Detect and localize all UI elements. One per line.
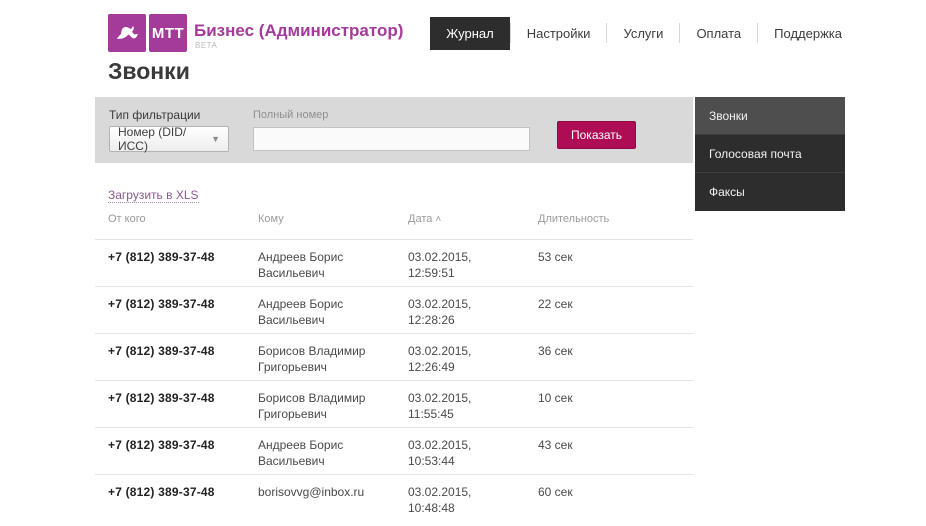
nav-tab-оплата[interactable]: Оплата <box>680 17 757 50</box>
beta-badge: BETA <box>195 41 217 50</box>
nav-tab-настройки[interactable]: Настройки <box>511 17 607 50</box>
table-row: +7 (812) 389-37-48Борисов Владимир Григо… <box>95 333 693 380</box>
sidebar-item-звонки[interactable]: Звонки <box>695 97 845 135</box>
filter-type-value: Номер (DID/ИСС) <box>118 125 211 153</box>
column-header-1[interactable]: От кого <box>108 213 258 225</box>
bird-icon <box>108 14 146 52</box>
table-body: +7 (812) 389-37-48Андреев Борис Васильев… <box>95 239 693 521</box>
sidebar-item-факсы[interactable]: Факсы <box>695 173 845 211</box>
mtt-logo-text: MTT <box>152 25 184 42</box>
calls-table: От когоКомуДата˄Длительность +7 (812) 38… <box>95 213 693 521</box>
cell-duration: 60 сек <box>538 484 693 521</box>
table-header-row: От когоКомуДата˄Длительность <box>95 213 693 239</box>
column-label: Дата <box>408 213 432 225</box>
cell-to: Андреев Борис Васильевич <box>258 437 408 474</box>
page: MTT Бизнес (Администратор) BETA ЖурналНа… <box>0 0 926 526</box>
filter-type-select[interactable]: Номер (DID/ИСС) ▼ <box>109 126 229 152</box>
table-row: +7 (812) 389-37-48Борисов Владимир Григо… <box>95 380 693 427</box>
cell-date: 03.02.2015, 12:26:49 <box>408 343 538 380</box>
show-button[interactable]: Показать <box>557 121 636 149</box>
column-label: Длительность <box>538 213 609 225</box>
cell-to: Борисов Владимир Григорьевич <box>258 343 408 380</box>
nav-tab-услуги[interactable]: Услуги <box>607 17 679 50</box>
cell-date: 03.02.2015, 10:48:48 <box>408 484 538 521</box>
cell-duration: 36 сек <box>538 343 693 380</box>
cell-from: +7 (812) 389-37-48 <box>108 343 258 380</box>
chevron-down-icon: ▼ <box>211 134 220 144</box>
cell-from: +7 (812) 389-37-48 <box>108 437 258 474</box>
full-number-input[interactable] <box>253 127 530 151</box>
cell-from: +7 (812) 389-37-48 <box>108 296 258 333</box>
cell-to: borisovvg@inbox.ru <box>258 484 408 521</box>
cell-date: 03.02.2015, 11:55:45 <box>408 390 538 427</box>
top-nav: ЖурналНастройкиУслугиОплатаПоддержка <box>430 17 858 49</box>
full-number-label: Полный номер <box>253 109 328 121</box>
filter-bar: Тип фильтрации Номер (DID/ИСС) ▼ Полный … <box>95 97 693 163</box>
journal-sidebar: ЗвонкиГолосовая почтаФаксы <box>695 97 845 211</box>
column-header-3[interactable]: Дата˄ <box>408 213 538 225</box>
table-row: +7 (812) 389-37-48Андреев Борис Васильев… <box>95 427 693 474</box>
cell-from: +7 (812) 389-37-48 <box>108 390 258 427</box>
page-title: Звонки <box>108 58 190 85</box>
column-label: Кому <box>258 213 284 225</box>
sidebar-item-голосовая-почта[interactable]: Голосовая почта <box>695 135 845 173</box>
cell-to: Андреев Борис Васильевич <box>258 296 408 333</box>
nav-tab-журнал[interactable]: Журнал <box>430 17 509 50</box>
mtt-logo[interactable]: MTT <box>108 14 187 52</box>
cell-to: Андреев Борис Васильевич <box>258 249 408 286</box>
cell-duration: 43 сек <box>538 437 693 474</box>
cell-from: +7 (812) 389-37-48 <box>108 249 258 286</box>
table-row: +7 (812) 389-37-48Андреев Борис Васильев… <box>95 239 693 286</box>
sort-asc-icon: ˄ <box>435 214 441 225</box>
cell-duration: 22 сек <box>538 296 693 333</box>
filter-type-label: Тип фильтрации <box>109 108 200 122</box>
cell-to: Борисов Владимир Григорьевич <box>258 390 408 427</box>
cell-duration: 53 сек <box>538 249 693 286</box>
table-row: +7 (812) 389-37-48borisovvg@inbox.ru03.0… <box>95 474 693 521</box>
column-header-4[interactable]: Длительность <box>538 213 693 225</box>
cell-date: 03.02.2015, 12:28:26 <box>408 296 538 333</box>
cell-date: 03.02.2015, 12:59:51 <box>408 249 538 286</box>
cell-date: 03.02.2015, 10:53:44 <box>408 437 538 474</box>
column-label: От кого <box>108 213 146 225</box>
nav-tab-поддержка[interactable]: Поддержка <box>758 17 858 50</box>
brand-name: Бизнес (Администратор) <box>194 21 403 41</box>
mtt-logo-square: MTT <box>149 14 187 52</box>
column-header-2[interactable]: Кому <box>258 213 408 225</box>
export-xls-link[interactable]: Загрузить в XLS <box>108 188 199 203</box>
table-row: +7 (812) 389-37-48Андреев Борис Васильев… <box>95 286 693 333</box>
cell-duration: 10 сек <box>538 390 693 427</box>
cell-from: +7 (812) 389-37-48 <box>108 484 258 521</box>
